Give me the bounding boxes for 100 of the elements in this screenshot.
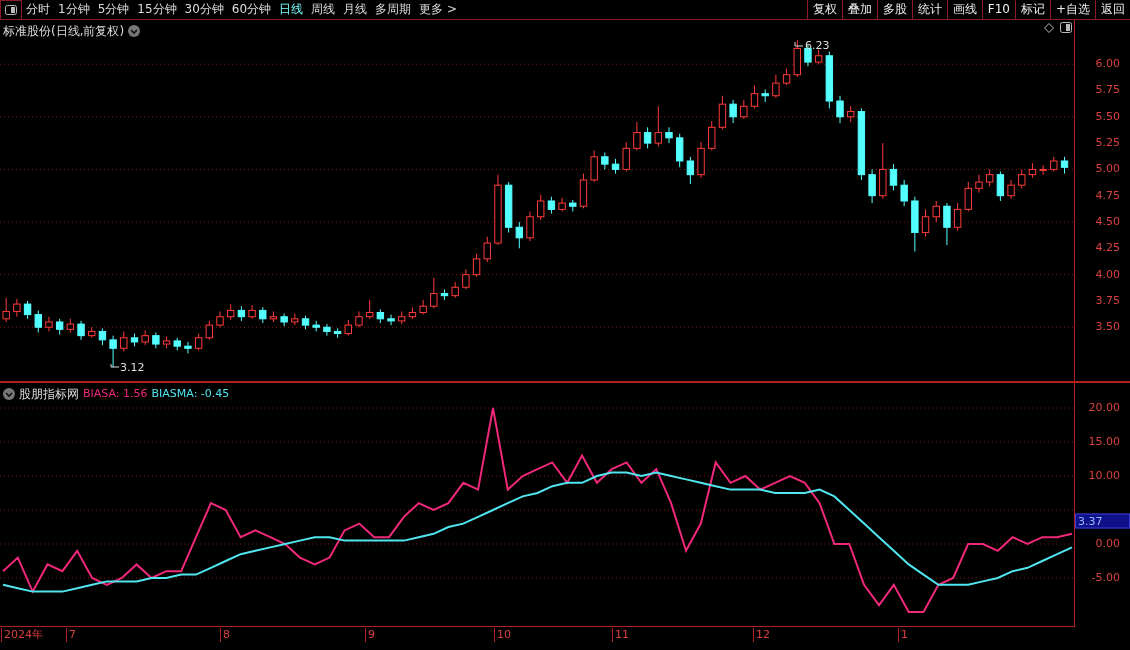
date-label: 9: [365, 628, 375, 642]
period-tab[interactable]: 15分钟: [133, 0, 181, 19]
candle: [344, 319, 352, 337]
candle: [323, 323, 331, 337]
candle: [601, 152, 609, 170]
axis-label: 0.00: [1095, 535, 1120, 552]
candle: [483, 236, 491, 263]
legend-label: BIASMA: -0.45: [151, 385, 230, 402]
candle: [718, 95, 727, 130]
candle: [301, 315, 310, 330]
dropdown-icon[interactable]: [128, 25, 141, 37]
candle: [462, 268, 470, 290]
candle: [932, 200, 940, 223]
current-value-label: 3.37: [1075, 513, 1130, 529]
toolbar-button[interactable]: 叠加: [841, 0, 877, 19]
period-tab[interactable]: 分时: [22, 0, 54, 19]
axis-label: -5.00: [1091, 569, 1120, 586]
period-tab[interactable]: 60分钟: [227, 0, 276, 19]
candle: [494, 174, 502, 246]
candle: [558, 197, 566, 212]
candle: [23, 300, 32, 320]
candle: [398, 310, 406, 325]
period-tab[interactable]: 月线: [339, 0, 372, 19]
axis-label: 4.00: [1095, 266, 1120, 283]
axis-label: 4.25: [1095, 240, 1120, 257]
toolbar-button[interactable]: 统计: [911, 0, 947, 19]
period-tab[interactable]: 周线: [307, 0, 340, 19]
candle: [451, 281, 459, 299]
axis-label: 5.75: [1095, 82, 1120, 99]
axis-label: 5.25: [1095, 134, 1120, 151]
leader-line: [110, 363, 120, 368]
candle: [590, 149, 598, 183]
candle: [120, 330, 128, 352]
candle: [772, 74, 780, 99]
axis-label: 10.00: [1088, 467, 1120, 484]
candle: [55, 318, 64, 336]
toolbar-button[interactable]: +自选: [1049, 0, 1095, 19]
high-price-label: 6.23: [805, 38, 830, 54]
axis-label: 3.75: [1095, 292, 1120, 309]
candle: [665, 126, 673, 144]
toolbar-button[interactable]: F10: [981, 0, 1015, 19]
toolbar-button[interactable]: 返回: [1095, 0, 1130, 19]
candle: [611, 158, 620, 175]
date-label: 7: [66, 628, 76, 642]
period-tab[interactable]: 更多 >: [415, 0, 461, 19]
candle: [708, 120, 716, 151]
toolbar-button[interactable]: 多股: [876, 0, 912, 19]
axis-label: 4.50: [1095, 213, 1120, 230]
candle: [77, 320, 85, 341]
axis-label: 5.50: [1095, 108, 1120, 125]
candle: [740, 99, 748, 120]
candle: [237, 305, 246, 322]
candle: [1028, 162, 1037, 179]
candle: [194, 333, 203, 351]
period-tab[interactable]: 30分钟: [180, 0, 228, 19]
panel-toggle-icon[interactable]: [0, 0, 22, 20]
candle: [45, 316, 53, 332]
candle: [34, 309, 42, 333]
diamond-icon[interactable]: [1044, 22, 1054, 33]
dropdown-icon[interactable]: [3, 388, 15, 400]
candle: [355, 310, 363, 328]
candle: [515, 221, 524, 249]
candle: [504, 181, 513, 234]
period-tab[interactable]: 1分钟: [54, 0, 94, 19]
toolbar-button[interactable]: 画线: [946, 0, 982, 19]
date-label: 8: [220, 628, 230, 642]
candle: [868, 168, 876, 204]
candle: [98, 327, 107, 346]
panel-toggle-icon[interactable]: [1060, 22, 1072, 33]
candle: [654, 105, 662, 147]
candle: [675, 133, 684, 168]
candle: [996, 171, 1005, 202]
period-tab[interactable]: 日线: [275, 0, 308, 19]
candle: [408, 306, 417, 320]
period-tab[interactable]: 5分钟: [93, 0, 134, 19]
candle: [847, 105, 855, 123]
candle: [1050, 156, 1058, 172]
toolbar-button[interactable]: 标记: [1014, 0, 1050, 19]
period-tab[interactable]: 多周期: [371, 0, 416, 19]
candle: [1060, 156, 1069, 175]
candle: [782, 67, 791, 86]
candle: [2, 297, 10, 323]
candle: [152, 332, 160, 349]
candle: [376, 308, 385, 324]
candle: [1007, 179, 1015, 200]
candle: [141, 329, 149, 346]
candle: [291, 313, 299, 326]
candle: [750, 84, 759, 109]
axis-label: 15.00: [1088, 433, 1120, 450]
candle: [109, 335, 117, 368]
chart-title: 标准股份(日线,前复权): [3, 23, 125, 40]
candle: [430, 277, 438, 309]
axis-label: 5.00: [1095, 161, 1120, 178]
candle: [216, 310, 224, 328]
candle: [633, 121, 641, 151]
candle: [205, 320, 213, 341]
toolbar-button[interactable]: 复权: [806, 0, 842, 19]
candle: [66, 318, 75, 333]
date-label: 2024年: [1, 628, 43, 642]
candle: [537, 194, 545, 221]
